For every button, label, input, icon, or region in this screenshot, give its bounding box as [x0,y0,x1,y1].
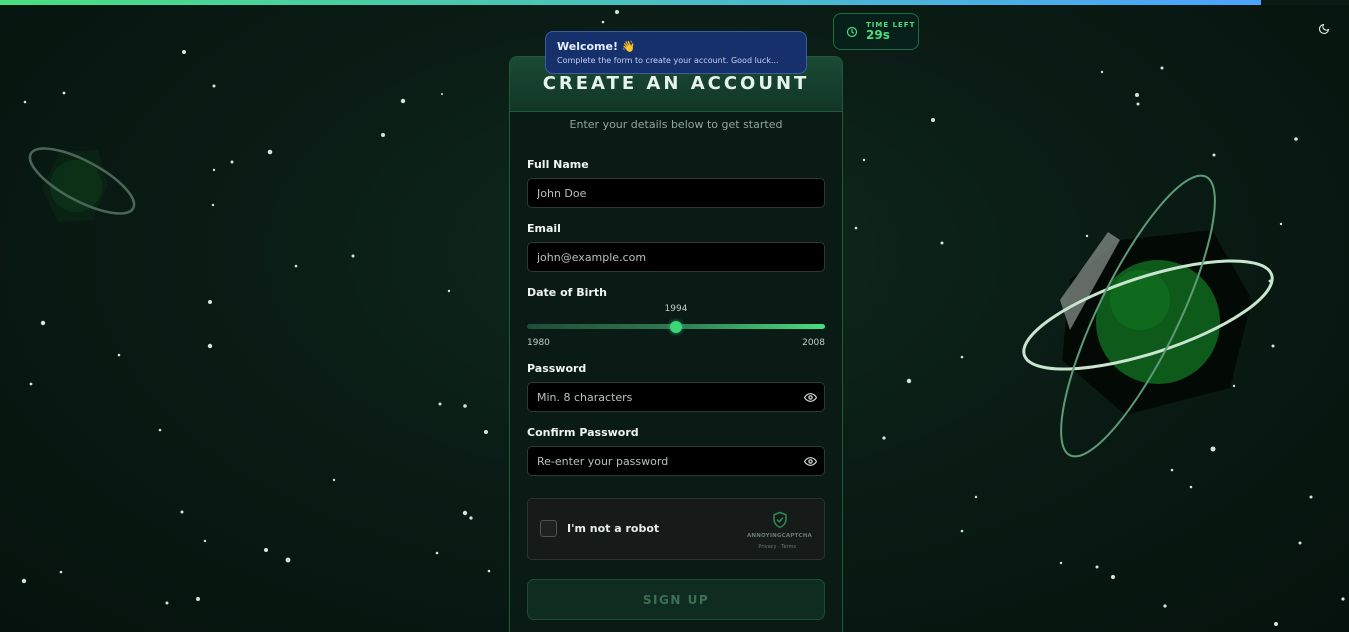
eye-icon[interactable] [804,391,817,404]
full-name-label: Full Name [527,158,589,171]
dob-slider-max: 2008 [802,338,825,348]
email-input[interactable] [527,242,825,272]
theme-toggle-button[interactable] [1313,18,1335,40]
full-name-input[interactable] [527,178,825,208]
dob-label: Date of Birth [527,286,607,299]
email-label: Email [527,222,561,235]
dob-slider-thumb[interactable] [670,321,682,333]
page: TIME LEFT 29s Welcome! 👋 Complete the fo… [0,0,1349,632]
dob-slider-value: 1994 [664,304,688,314]
session-progress-track [0,0,1349,5]
captcha-checkbox[interactable] [540,520,557,537]
session-progress-fill [0,0,1262,5]
captcha-links[interactable]: Privacy · Terms [758,544,796,550]
confirm-password-input[interactable] [527,446,825,476]
toast-message: Complete the form to create your account… [557,56,779,65]
page-title: CREATE AN ACCOUNT [542,72,810,94]
captcha-widget: I'm not a robot ANNOYINGCAPTCHA Privacy … [527,498,825,560]
welcome-toast[interactable]: Welcome! 👋 Complete the form to create y… [545,31,807,74]
shield-check-icon [773,511,787,529]
clock-icon [846,26,858,37]
signup-card: CREATE AN ACCOUNT Enter your details bel… [509,56,843,632]
password-label: Password [527,362,587,375]
page-subtitle: Enter your details below to get started [569,118,783,131]
countdown-timer: TIME LEFT 29s [833,13,919,50]
password-input[interactable] [527,382,825,412]
eye-icon[interactable] [804,455,817,468]
confirm-password-label: Confirm Password [527,426,639,439]
sign-up-button[interactable]: SIGN UP [527,579,825,620]
captcha-brand: ANNOYINGCAPTCHA [746,533,812,539]
captcha-label: I'm not a robot [567,522,660,535]
dob-slider-min: 1980 [527,338,550,348]
signup-form: Full Name Email Date of Birth 1994 1980 … [510,158,842,620]
confirm-password-field [527,446,825,476]
dob-slider[interactable]: 1994 1980 2008 [527,304,825,352]
moon-icon [1318,23,1330,35]
timer-value: 29s [866,28,890,42]
toast-title: Welcome! 👋 [557,40,636,53]
password-field [527,382,825,412]
